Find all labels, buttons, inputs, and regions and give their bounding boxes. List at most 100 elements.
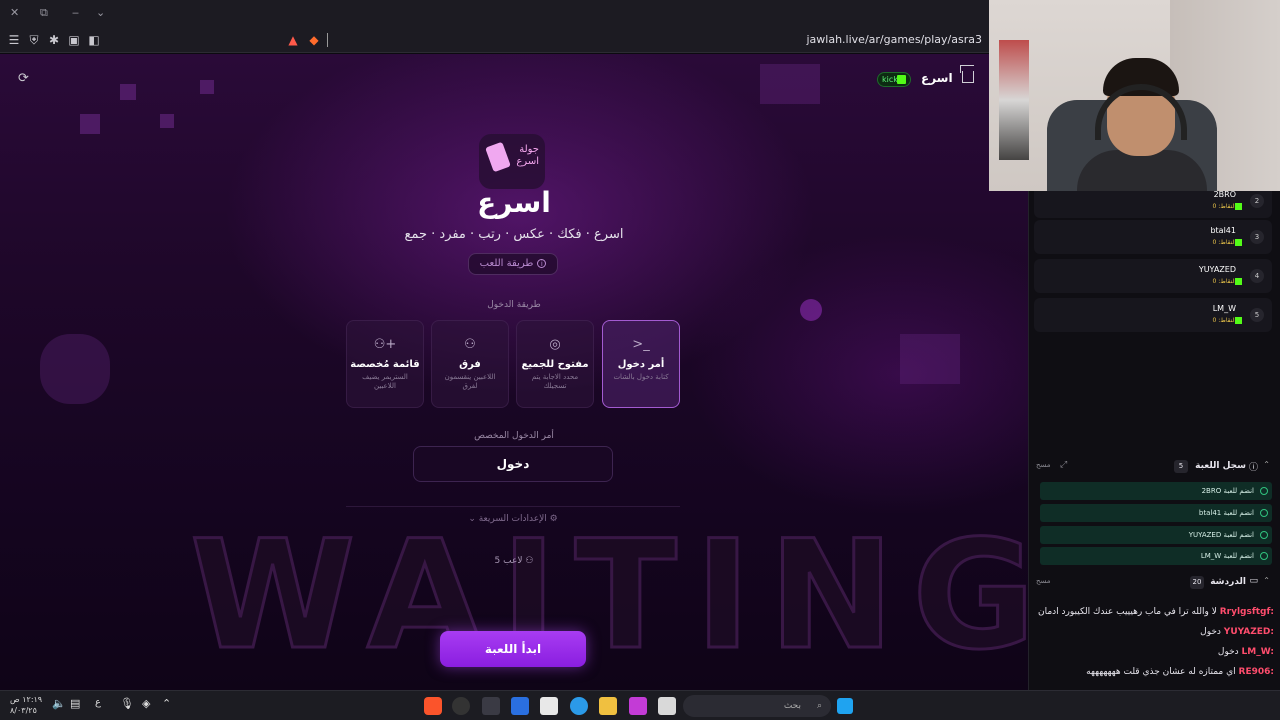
kick-icon — [1235, 203, 1242, 210]
menu-icon[interactable]: ☰ — [6, 32, 22, 48]
users-icon: ⚇ — [464, 337, 476, 352]
close-window-icon[interactable]: ✕ — [10, 6, 19, 19]
chevron-up-icon[interactable]: ⌃ — [162, 697, 180, 715]
store-app-icon[interactable] — [511, 697, 529, 715]
kick-badge: kick — [877, 72, 911, 87]
player-row: btal41 النقاط: 0 3 — [1034, 220, 1272, 254]
recording-icon[interactable]: ◈ — [142, 697, 160, 715]
chat-message: لا والله ترا في ماب رهيييب عندك الكيبورد… — [1037, 607, 1274, 617]
log-entry: 2BRO انضم للعبة — [1040, 482, 1272, 500]
waiting-backdrop-text: WAITING — [188, 508, 1028, 685]
user-joined-icon — [1260, 531, 1268, 539]
logo-text-2: اسرع — [516, 156, 539, 167]
taskbar-search[interactable]: بحث ⌕ — [683, 695, 831, 717]
info-icon: ⓘ — [1248, 463, 1258, 473]
brave-app-icon[interactable] — [424, 697, 442, 715]
microphone-icon[interactable]: 🎙 — [120, 697, 138, 715]
players-count: 5 لاعب ⚇ — [494, 556, 534, 566]
minimize-window-icon[interactable]: ‒ — [72, 6, 79, 19]
tabs-icon[interactable]: ▣ — [66, 32, 82, 48]
bg-pixel — [40, 334, 110, 404]
chevron-down-icon: ⌄ — [468, 514, 479, 524]
warning-icon[interactable]: ▲ — [285, 32, 301, 48]
quick-settings-toggle[interactable]: ⌄ الإعدادات السريعة ⚙ — [346, 506, 680, 530]
chevron-up-icon[interactable]: ⌃ — [1263, 576, 1270, 585]
chat-message: اي ممتازه له عشان جذي قلت هههههههه RE906… — [1086, 667, 1274, 677]
mode-teams[interactable]: ⚇ فرق اللاعبين ينقسمون لفرق — [431, 320, 509, 408]
game-subtitle: اسرع · فكك · عكس · رتب · مفرد · جمع — [404, 227, 624, 242]
clock[interactable]: ١٢:١٩ ص ٨/٠٣/٢٥ — [10, 694, 42, 716]
entry-method-label: طريقة الدخول — [487, 300, 541, 310]
calendar-app-icon[interactable] — [540, 697, 558, 715]
game-log-header: ⌃ سجل اللعبة ⓘ 5 ⤢ مسح — [1036, 460, 1270, 473]
bg-pixel — [200, 80, 214, 94]
webcam-overlay — [989, 0, 1280, 191]
window-app-icon[interactable] — [658, 697, 676, 715]
game-logo: جولة اسرع — [479, 134, 545, 189]
folder-app-icon[interactable] — [599, 697, 617, 715]
custom-command-label: أمر الدخول المخصص — [474, 431, 554, 441]
speaker-icon[interactable]: 🔈 — [52, 697, 70, 715]
bg-pixel — [900, 334, 960, 384]
chat-header: ⌃ الدردشة ▭ 20 مسح — [1036, 576, 1270, 589]
bg-pixel — [160, 114, 174, 128]
browser-toolbar: ☰ ⛨ ✱ ▣ ◧ ▲ ◆ jawlah.live/ar/games/play/… — [0, 27, 990, 53]
player-row: LM_W النقاط: 0 5 — [1034, 298, 1272, 332]
card-icon — [485, 141, 511, 173]
log-entry: btal41 انضم للعبة — [1040, 504, 1272, 522]
kick-icon — [1235, 317, 1242, 324]
home-icon[interactable] — [962, 71, 974, 83]
refresh-icon[interactable]: ⟳ — [18, 71, 29, 86]
url-cursor — [327, 33, 328, 47]
network-icon[interactable]: ▤ — [70, 697, 88, 715]
bg-pixel — [760, 64, 820, 104]
game-stage: WAITING ⟳ kick اسرع جولة اسرع اسرع اسرع ·… — [0, 54, 1028, 690]
search-icon: ⌕ — [816, 701, 822, 711]
header-game-name: اسرع — [921, 71, 953, 85]
game-title: اسرع — [477, 186, 551, 219]
log-entry: LM_W انضم للعبة — [1040, 547, 1272, 565]
terminal-icon: >_ — [632, 337, 650, 352]
bg-pixel — [120, 84, 136, 100]
puzzle-icon[interactable]: ✱ — [46, 32, 62, 48]
brave-shield-icon[interactable]: ◆ — [306, 32, 322, 48]
mode-custom-list[interactable]: ⚇+ قائمة مُخصصة الستريمر يضيف اللاعبين — [346, 320, 424, 408]
user-joined-icon — [1260, 487, 1268, 495]
expand-icon[interactable]: ⤢ — [1060, 460, 1067, 470]
chevron-up-icon[interactable]: ⌃ — [1263, 460, 1270, 469]
sidebar-icon[interactable]: ◧ — [86, 32, 102, 48]
user-joined-icon — [1260, 509, 1268, 517]
chat-message: دخول YUYAZED: — [1200, 627, 1274, 637]
user-joined-icon — [1260, 552, 1268, 560]
obs-app-icon[interactable] — [452, 697, 470, 715]
start-game-button[interactable]: ابدأ اللعبة — [440, 631, 586, 667]
bg-pixel — [80, 114, 100, 134]
taskbar: ١٢:١٩ ص ٨/٠٣/٢٥ 🔈 ▤ ع 🎙 ◈ ⌃ بحث ⌕ — [0, 690, 1280, 720]
users-icon: ⚇ — [525, 556, 534, 566]
player-row: YUYAZED النقاط: 0 4 — [1034, 259, 1272, 293]
kick-icon — [897, 75, 906, 84]
info-icon: i — [537, 258, 547, 268]
log-entry: YUYAZED انضم للعبة — [1040, 526, 1272, 544]
gear-icon: ⚙ — [546, 514, 558, 524]
browser-titlebar: ✕ ⧉ ‒ ⌄ — [0, 0, 990, 27]
edge-app-icon[interactable] — [570, 697, 588, 715]
language-icon[interactable]: ع — [95, 697, 113, 715]
kick-icon — [1235, 278, 1242, 285]
user-plus-icon: ⚇+ — [373, 337, 397, 352]
capcut-app-icon[interactable] — [482, 697, 500, 715]
mode-entry-command[interactable]: >_ أمر دخول كتابة دخول بالشات — [602, 320, 680, 408]
entry-mode-options: >_ أمر دخول كتابة دخول بالشات ◎ مفتوح لل… — [346, 320, 680, 408]
globe-icon: ◎ — [549, 337, 561, 352]
chevron-down-icon[interactable]: ⌄ — [96, 6, 105, 19]
chat-message: دخول LM_W: — [1217, 647, 1274, 657]
url-bar[interactable]: jawlah.live/ar/games/play/asra3 — [807, 33, 983, 46]
shield-icon[interactable]: ⛨ — [26, 32, 42, 48]
app-icon[interactable] — [629, 697, 647, 715]
windows-start-icon[interactable] — [837, 698, 853, 714]
how-to-play-button[interactable]: طريقة اللعب i — [468, 253, 558, 275]
mode-open-for-all[interactable]: ◎ مفتوح للجميع محدد الاجابة يتم تسجيلك — [516, 320, 594, 408]
custom-command-input[interactable]: دخول — [413, 446, 613, 482]
kick-icon — [1235, 239, 1242, 246]
restore-window-icon[interactable]: ⧉ — [40, 6, 48, 20]
